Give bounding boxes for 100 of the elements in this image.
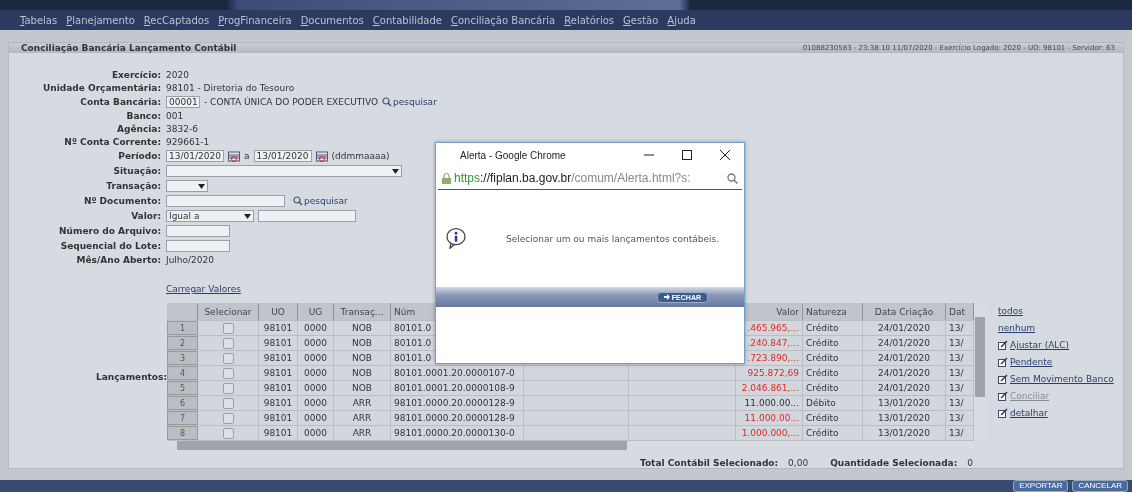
row-number[interactable]: 4 <box>167 366 198 380</box>
action-link[interactable]: nenhum <box>998 322 1114 334</box>
table-cell: 0000 <box>298 396 334 410</box>
row-number[interactable]: 2 <box>167 336 198 350</box>
table-cell: NOB <box>334 381 391 395</box>
select-field[interactable] <box>166 180 208 192</box>
table-cell: 98101 <box>259 381 298 395</box>
column-header[interactable]: Transaç... <box>334 303 391 320</box>
table-cell: 13/ <box>946 321 974 335</box>
checkbox[interactable] <box>222 427 234 439</box>
footer-button[interactable]: CANCELAR <box>1072 480 1128 492</box>
column-header[interactable]: Selecionar <box>198 303 259 320</box>
table-cell: 13/ <box>946 381 974 395</box>
search-link[interactable]: pesquisar <box>293 196 348 206</box>
calendar-icon[interactable] <box>315 150 328 162</box>
menu-item[interactable]: Tabelas <box>20 14 58 26</box>
row-number[interactable]: 6 <box>167 396 198 410</box>
table-cell: 24/01/2020 <box>863 321 946 335</box>
table-cell: ARR <box>334 411 391 425</box>
checkbox[interactable] <box>222 412 234 424</box>
date-format-hint: (ddmmaaaa) <box>331 150 390 162</box>
edit-icon <box>998 357 1008 367</box>
load-link[interactable]: Carregar Valores <box>166 284 241 294</box>
table-cell: 98101 <box>259 351 298 365</box>
table-cell: 24/01/2020 <box>863 366 946 380</box>
lock-icon <box>442 172 451 184</box>
input-field[interactable] <box>166 240 230 252</box>
checkbox[interactable] <box>222 397 234 409</box>
action-link[interactable]: detalhar <box>998 407 1114 419</box>
table-cell: 98101.0000.20.0000130-0 <box>391 426 524 440</box>
checkbox[interactable] <box>222 337 234 349</box>
table-cell: Crédito <box>803 321 863 335</box>
input-field[interactable] <box>258 210 356 222</box>
address-bar[interactable]: https://fiplan.ba.gov.br/comum/Alerta.html?s: <box>438 167 742 190</box>
column-header[interactable]: Natureza <box>803 303 863 320</box>
row-number[interactable]: 3 <box>167 351 198 365</box>
table-cell: 98101 <box>259 411 298 425</box>
field-value: Julho/2020 <box>166 254 215 266</box>
footer-button[interactable]: EXPORTAR <box>1013 480 1069 492</box>
menu-item[interactable]: Conciliação Bancária <box>450 14 556 26</box>
total-label: Quantidade Selecionada: <box>830 458 958 468</box>
edit-icon <box>998 340 1008 350</box>
input-field[interactable] <box>166 225 230 237</box>
table-cell: 98101.0000.20.0000128-9 <box>391 396 524 410</box>
checkbox[interactable] <box>222 322 234 334</box>
table-label: Lançamentos: <box>95 371 167 382</box>
table-cell: 0000 <box>298 366 334 380</box>
table-cell: 98101 <box>259 336 298 350</box>
table-cell: NOB <box>334 351 391 365</box>
menu-item[interactable]: RecCaptados <box>143 14 210 26</box>
field-label: Valor: <box>130 210 161 222</box>
total-value: 0,00 <box>788 458 809 468</box>
column-header[interactable]: Data Criação <box>863 303 946 320</box>
table-cell: 24/01/2020 <box>863 381 946 395</box>
table-cell: NOB <box>334 366 391 380</box>
column-header[interactable]: UG <box>298 303 334 320</box>
action-link[interactable]: Ajustar (ALC) <box>998 339 1114 351</box>
table-cell: 80101.0001.20.0000108-9 <box>391 381 524 395</box>
menu-item[interactable]: Planejamento <box>66 14 135 26</box>
search-link[interactable]: pesquisar <box>382 97 437 107</box>
field-label: Unidade Orçamentária: <box>42 82 161 94</box>
table-cell: 13/01/2020 <box>863 396 946 410</box>
column-header[interactable]: UO <box>259 303 298 320</box>
menu-item[interactable]: Contabilidade <box>372 14 442 26</box>
date-field[interactable]: 13/01/2020 <box>166 150 224 162</box>
row-number[interactable]: 7 <box>167 411 198 425</box>
table-cell: ARR <box>334 426 391 440</box>
row-number[interactable]: 5 <box>167 381 198 395</box>
menu-item[interactable]: ProgFinanceira <box>218 14 292 26</box>
table-cell: 24/01/2020 <box>863 351 946 365</box>
checkbox[interactable] <box>222 352 234 364</box>
menu-item[interactable]: Ajuda <box>667 14 696 26</box>
account-name: - CONTA ÚNICA DO PODER EXECUTIVO <box>204 96 379 108</box>
input-field[interactable] <box>166 195 285 207</box>
table-cell: 13/ <box>946 351 974 365</box>
column-header[interactable]: Dat <box>946 303 974 320</box>
row-number[interactable]: 1 <box>167 321 198 335</box>
menu-item[interactable]: Relatórios <box>564 14 615 26</box>
table-cell: Crédito <box>803 411 863 425</box>
menu-item[interactable]: Gestão <box>623 14 659 26</box>
date-field[interactable]: 13/01/2020 <box>253 150 312 162</box>
action-link[interactable]: Pendente <box>998 356 1114 368</box>
checkbox[interactable] <box>222 367 234 379</box>
table-cell: 98101.0000.20.0000128-9 <box>391 411 524 425</box>
table-cell: Crédito <box>803 366 863 380</box>
select-field[interactable] <box>166 165 402 177</box>
table-cell: Crédito <box>803 381 863 395</box>
account-field[interactable]: 00001 <box>166 96 200 108</box>
select-field[interactable]: Igual a <box>166 210 254 222</box>
row-number[interactable]: 8 <box>167 426 198 440</box>
calendar-icon[interactable] <box>228 150 240 162</box>
action-link[interactable]: todos <box>998 305 1114 317</box>
checkbox[interactable] <box>222 382 234 394</box>
caret-icon <box>392 168 399 174</box>
field-value: 2020 <box>166 69 190 81</box>
menu-item[interactable]: Documentos <box>300 14 364 26</box>
action-link[interactable]: Sem Movimento Banco <box>998 373 1114 385</box>
field-label: Nº Documento: <box>82 195 161 207</box>
table-cell: 13/ <box>946 366 974 380</box>
field-label: Transação: <box>105 180 161 192</box>
